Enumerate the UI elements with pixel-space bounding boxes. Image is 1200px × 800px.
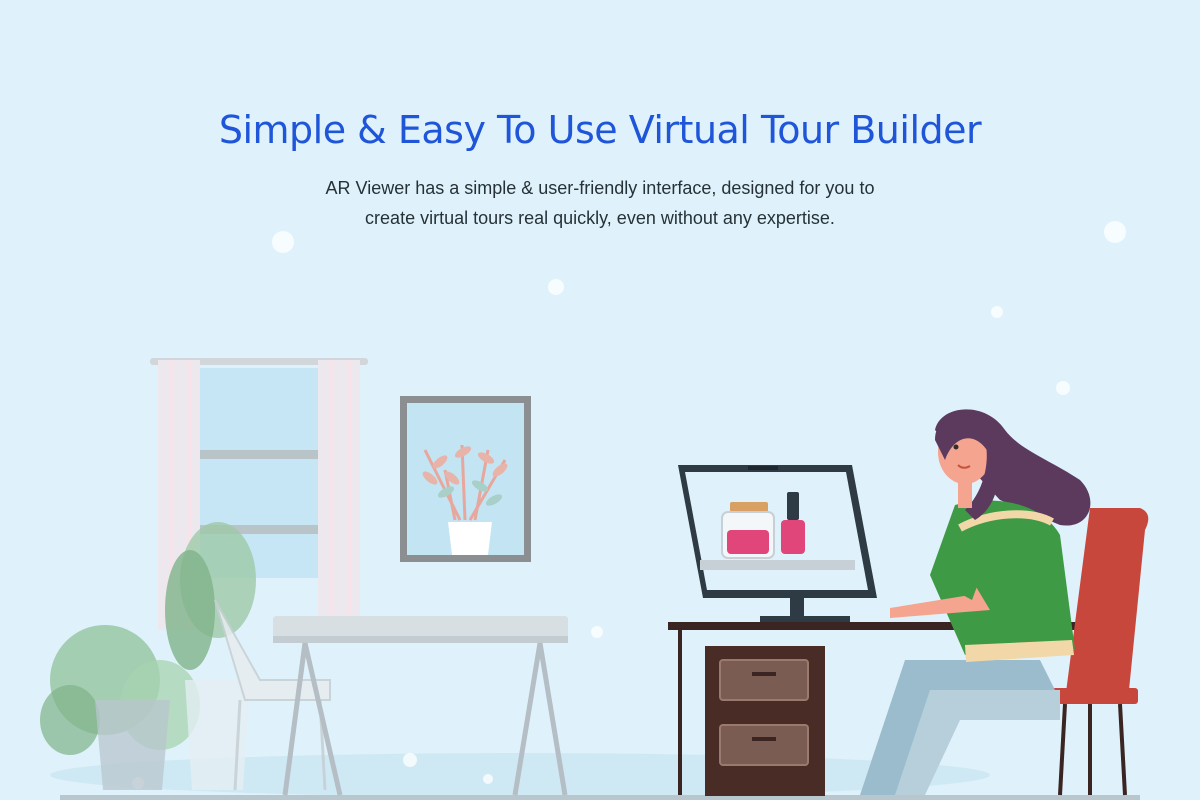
- computer-monitor: [678, 465, 877, 622]
- potted-plants: [40, 522, 256, 790]
- seated-woman: [860, 409, 1091, 795]
- page-title: Simple & Easy To Use Virtual Tour Builde…: [218, 108, 982, 152]
- description-line-1: AR Viewer has a simple & user-friendly i…: [325, 178, 875, 198]
- framed-picture: [400, 396, 531, 562]
- description-line-2: create virtual tours real quickly, even …: [365, 208, 835, 228]
- floor-line: [60, 795, 1140, 800]
- hero-banner: Simple & Easy To Use Virtual Tour Builde…: [0, 0, 1200, 800]
